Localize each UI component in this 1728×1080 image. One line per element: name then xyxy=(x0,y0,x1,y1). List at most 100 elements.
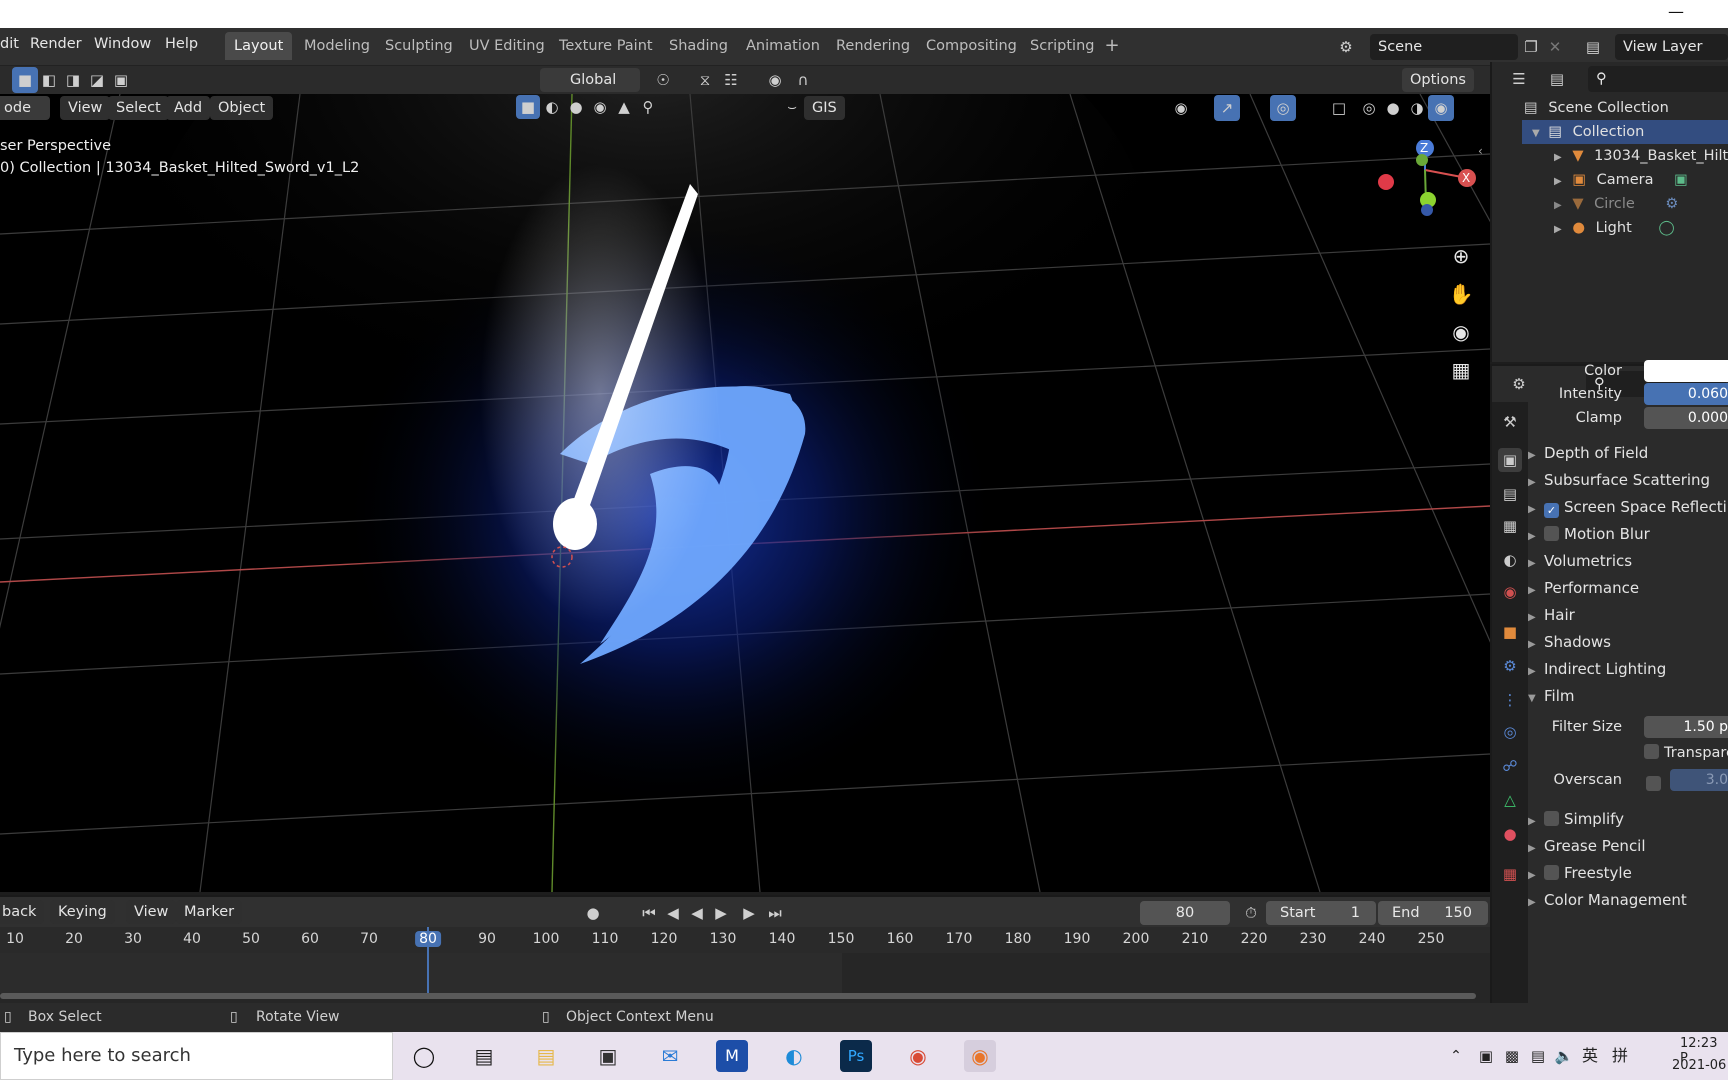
gis-curve-icon[interactable]: ⌣ xyxy=(780,95,804,119)
constraints-tab-icon[interactable]: ☍ xyxy=(1498,754,1522,778)
panel-depth-of-field[interactable]: ▶ Depth of Field xyxy=(1528,440,1648,466)
select-invert-icon[interactable]: ◪ xyxy=(84,67,110,93)
gis-tool-icon[interactable]: ▲ xyxy=(612,95,636,119)
timeline-ruler[interactable]: 10 20 30 40 50 60 70 80 90 100 110 120 1… xyxy=(0,927,1490,953)
view-layer-tab-icon[interactable]: ▦ xyxy=(1498,514,1522,538)
transparent-toggle[interactable]: Transpare xyxy=(1644,740,1728,766)
task-view-icon[interactable]: ▤ xyxy=(468,1040,500,1072)
visibility-eye-icon[interactable]: ◉ xyxy=(1168,95,1194,121)
select-intersect-icon[interactable]: ▣ xyxy=(108,67,134,93)
pivot-point-icon[interactable]: ☉ xyxy=(650,67,676,93)
outliner-search-input[interactable]: ⚲ xyxy=(1588,66,1728,92)
stopwatch-icon[interactable]: ⏱ xyxy=(1238,900,1264,926)
tab-shading[interactable]: Shading xyxy=(660,32,737,60)
menu-view[interactable]: View xyxy=(60,96,111,120)
wrench-icon[interactable]: ⚙ xyxy=(1665,196,1678,212)
overscan-checkbox[interactable] xyxy=(1646,776,1661,791)
tab-texture-paint[interactable]: Texture Paint xyxy=(550,32,662,60)
gis-globe-icon[interactable]: ◉ xyxy=(588,95,612,119)
tab-layout[interactable]: Layout xyxy=(225,32,293,60)
taskbar-search-input[interactable]: Type here to search xyxy=(0,1032,393,1080)
transparent-checkbox[interactable] xyxy=(1644,744,1659,759)
mail-icon[interactable]: ✉ xyxy=(654,1040,686,1072)
playhead-line[interactable] xyxy=(427,927,429,993)
options-dropdown[interactable]: Options xyxy=(1402,68,1474,92)
panel-motion-blur[interactable]: ▶ Motion Blur xyxy=(1528,521,1650,547)
panel-indirect-lighting[interactable]: ▶ Indirect Lighting xyxy=(1528,656,1666,682)
navigation-gizmo[interactable] xyxy=(1370,140,1480,240)
panel-performance[interactable]: ▶ Performance xyxy=(1528,575,1639,601)
select-subtract-icon[interactable]: ◨ xyxy=(60,67,86,93)
intensity-slider[interactable]: 0.060 xyxy=(1644,383,1728,405)
prev-keyframe-icon[interactable]: ◀ xyxy=(660,900,686,926)
clock-date[interactable]: 2021-06 xyxy=(1672,1058,1726,1073)
3d-viewport[interactable]: ode View Select Add Object ■ ◐ ● ◉ ▲ ⚲ ⌣… xyxy=(0,94,1490,892)
rendered-shading-icon[interactable]: ◉ xyxy=(1428,95,1454,121)
jump-start-icon[interactable]: ⏮ xyxy=(636,900,662,926)
panel-grease-pencil[interactable]: ▶ Grease Pencil xyxy=(1528,833,1646,859)
material-shading-icon[interactable]: ◑ xyxy=(1404,95,1430,121)
menu-render[interactable]: Render xyxy=(30,36,82,52)
camera-data-icon[interactable]: ▣ xyxy=(1674,172,1688,188)
gizmo-toggle-icon[interactable]: ↗ xyxy=(1214,95,1240,121)
tab-sculpting[interactable]: Sculpting xyxy=(376,32,462,60)
tool-tab-icon[interactable]: ⚒ xyxy=(1498,410,1522,434)
keying-menu[interactable]: Keying xyxy=(50,900,115,924)
tab-rendering[interactable]: Rendering xyxy=(827,32,919,60)
playback-menu[interactable]: back xyxy=(0,900,45,924)
timeline-view-menu[interactable]: View xyxy=(126,900,177,924)
sidebar-toggle-icon[interactable]: ‹ xyxy=(1478,144,1483,158)
panel-film[interactable]: ▼ Film xyxy=(1528,683,1574,709)
next-keyframe-icon[interactable]: ▶ xyxy=(736,900,762,926)
modifier-tab-icon[interactable]: ⚙ xyxy=(1498,654,1522,678)
scene-collection-row[interactable]: ▤ Scene Collection xyxy=(1524,96,1669,120)
menu-window[interactable]: Window xyxy=(94,36,151,52)
outliner-item[interactable]: ▶ ▣ Camera ▣ xyxy=(1554,168,1688,192)
panel-simplify[interactable]: ▶ Simplify xyxy=(1528,806,1624,832)
tab-animation[interactable]: Animation xyxy=(737,32,829,60)
menu-help[interactable]: Help xyxy=(165,36,198,52)
menu-add[interactable]: Add xyxy=(166,96,211,120)
tray-chevron-icon[interactable]: ⌃ xyxy=(1440,1040,1472,1072)
scene-tab-icon[interactable]: ◐ xyxy=(1498,548,1522,572)
ime-indicator[interactable]: 拼 xyxy=(1604,1040,1636,1072)
data-tab-icon[interactable]: △ xyxy=(1498,788,1522,812)
timeline-marker-menu[interactable]: Marker xyxy=(176,900,243,924)
delete-scene-icon[interactable]: ✕ xyxy=(1542,34,1568,60)
gis-menu[interactable]: GIS xyxy=(804,96,845,120)
tab-modeling[interactable]: Modeling xyxy=(295,32,379,60)
camera-view-icon[interactable]: ◉ xyxy=(1445,316,1477,348)
panel-screen-space-reflections[interactable]: ▶ ✓ Screen Space Reflecti xyxy=(1528,494,1727,520)
motion-blur-checkbox[interactable] xyxy=(1544,526,1559,541)
tab-uv-editing[interactable]: UV Editing xyxy=(460,32,554,60)
snap-target-icon[interactable]: ☷ xyxy=(718,67,744,93)
physics-tab-icon[interactable]: ◎ xyxy=(1498,720,1522,744)
xray-toggle-icon[interactable]: □ xyxy=(1326,95,1352,121)
gis-sphere-icon[interactable]: ◐ xyxy=(540,95,564,119)
texture-tab-icon[interactable]: ▦ xyxy=(1498,862,1522,886)
minimize-button[interactable]: — xyxy=(1668,2,1684,21)
language-indicator[interactable]: 英 xyxy=(1574,1040,1606,1072)
chrome-icon[interactable]: ◉ xyxy=(902,1040,934,1072)
menu-object[interactable]: Object xyxy=(210,96,274,120)
play-icon[interactable]: ▶ xyxy=(708,900,734,926)
outliner-item[interactable]: ▶ ● Light ◯ xyxy=(1554,216,1675,240)
select-extend-icon[interactable]: ◧ xyxy=(36,67,62,93)
current-frame-field[interactable]: 80 xyxy=(1140,901,1230,925)
edge-icon[interactable]: ◐ xyxy=(778,1040,810,1072)
blender-icon[interactable]: ◉ xyxy=(964,1040,996,1072)
display-mode-icon[interactable]: ▤ xyxy=(1544,66,1570,92)
panel-hair[interactable]: ▶ Hair xyxy=(1528,602,1575,628)
jump-end-icon[interactable]: ⏭ xyxy=(762,900,788,926)
view-layer-field[interactable]: View Layer xyxy=(1615,34,1728,60)
light-data-icon[interactable]: ◯ xyxy=(1658,220,1674,236)
timeline-area[interactable] xyxy=(0,927,1490,1003)
panel-color-management[interactable]: ▶ Color Management xyxy=(1528,887,1687,913)
add-workspace-button[interactable]: + xyxy=(1101,36,1123,58)
gis-drop-icon[interactable]: ● xyxy=(564,95,588,119)
pan-hand-icon[interactable]: ✋ xyxy=(1445,278,1477,310)
transform-orientation-dropdown[interactable]: Global xyxy=(540,68,640,92)
panel-volumetrics[interactable]: ▶ Volumetrics xyxy=(1528,548,1632,574)
panel-shadows[interactable]: ▶ Shadows xyxy=(1528,629,1611,655)
render-tab-icon[interactable]: ▣ xyxy=(1498,448,1522,472)
